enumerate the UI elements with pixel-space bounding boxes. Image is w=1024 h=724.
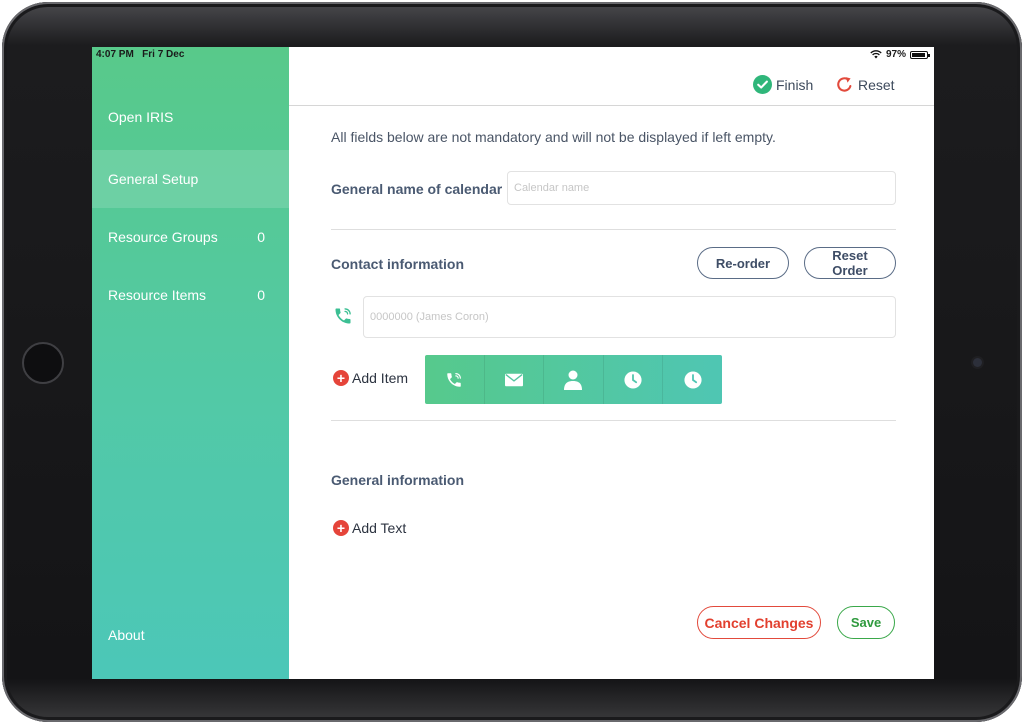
home-button[interactable] [22, 342, 64, 384]
clock-icon [684, 370, 702, 389]
add-hours-button[interactable] [663, 355, 722, 404]
sidebar-item-about[interactable]: About [92, 606, 289, 664]
check-circle-icon [753, 75, 772, 94]
form-note: All fields below are not mandatory and w… [331, 129, 776, 145]
camera-icon [973, 358, 982, 367]
sidebar: Open IRIS General Setup Resource Groups … [92, 47, 289, 679]
general-section-label: General information [331, 472, 465, 488]
status-right: 97% [870, 49, 930, 60]
add-item-toolbar [425, 355, 722, 404]
add-item-button[interactable]: + Add Item [333, 370, 408, 386]
add-phone-button[interactable] [425, 355, 485, 404]
status-time: 4:07 PM Fri 7 Dec [96, 49, 184, 60]
battery-icon [910, 50, 930, 59]
clock-icon [624, 370, 642, 389]
sidebar-item-general-setup[interactable]: General Setup [92, 150, 289, 208]
battery-percent: 97% [885, 49, 906, 60]
add-person-button[interactable] [544, 355, 604, 404]
finish-button[interactable]: Finish [753, 75, 813, 94]
divider [331, 420, 896, 421]
calendar-name-label: General name of calendar [331, 181, 503, 197]
phone-icon [447, 372, 462, 387]
add-email-button[interactable] [485, 355, 545, 404]
add-text-label: Add Text [352, 520, 407, 536]
person-icon [564, 370, 583, 390]
reset-button[interactable]: Reset [835, 75, 895, 94]
top-bar: Finish Reset [289, 63, 934, 106]
plus-circle-icon: + [333, 520, 349, 536]
screen: Open IRIS General Setup Resource Groups … [92, 47, 934, 679]
resource-items-count: 0 [257, 287, 265, 303]
cancel-changes-button[interactable]: Cancel Changes [697, 606, 821, 639]
reorder-button[interactable]: Re-order [697, 247, 789, 279]
divider [331, 229, 896, 230]
wifi-icon [870, 50, 882, 59]
save-button[interactable]: Save [837, 606, 895, 639]
sidebar-item-label: Open IRIS [108, 109, 174, 125]
phone-contact-input[interactable] [363, 296, 896, 338]
envelope-icon [504, 373, 523, 386]
sidebar-item-label: Resource Items [108, 287, 207, 303]
contact-section-label: Contact information [331, 256, 464, 272]
reset-label: Reset [858, 76, 895, 93]
status-time-text: 4:07 PM [96, 49, 134, 60]
ipad-frame: Open IRIS General Setup Resource Groups … [2, 2, 1022, 722]
status-date-text: Fri 7 Dec [142, 49, 185, 60]
sidebar-item-label: About [108, 627, 145, 643]
add-text-button[interactable]: + Add Text [333, 520, 406, 536]
sidebar-item-open-iris[interactable]: Open IRIS [92, 88, 289, 146]
calendar-name-input[interactable] [507, 171, 896, 205]
reset-order-button[interactable]: Reset Order [804, 247, 896, 279]
status-bar: 4:07 PM Fri 7 Dec 97% [92, 47, 934, 63]
finish-label: Finish [776, 76, 814, 93]
plus-circle-icon: + [333, 370, 349, 386]
sidebar-item-label: General Setup [108, 171, 199, 187]
sidebar-item-resource-groups[interactable]: Resource Groups 0 [92, 208, 289, 266]
add-opening-hours-button[interactable] [604, 355, 664, 404]
sidebar-item-label: Resource Groups [108, 229, 218, 245]
add-item-label: Add Item [352, 370, 409, 386]
resource-groups-count: 0 [257, 229, 265, 245]
sidebar-item-resource-items[interactable]: Resource Items 0 [92, 266, 289, 324]
refresh-icon [837, 77, 852, 92]
phone-icon [335, 308, 351, 324]
